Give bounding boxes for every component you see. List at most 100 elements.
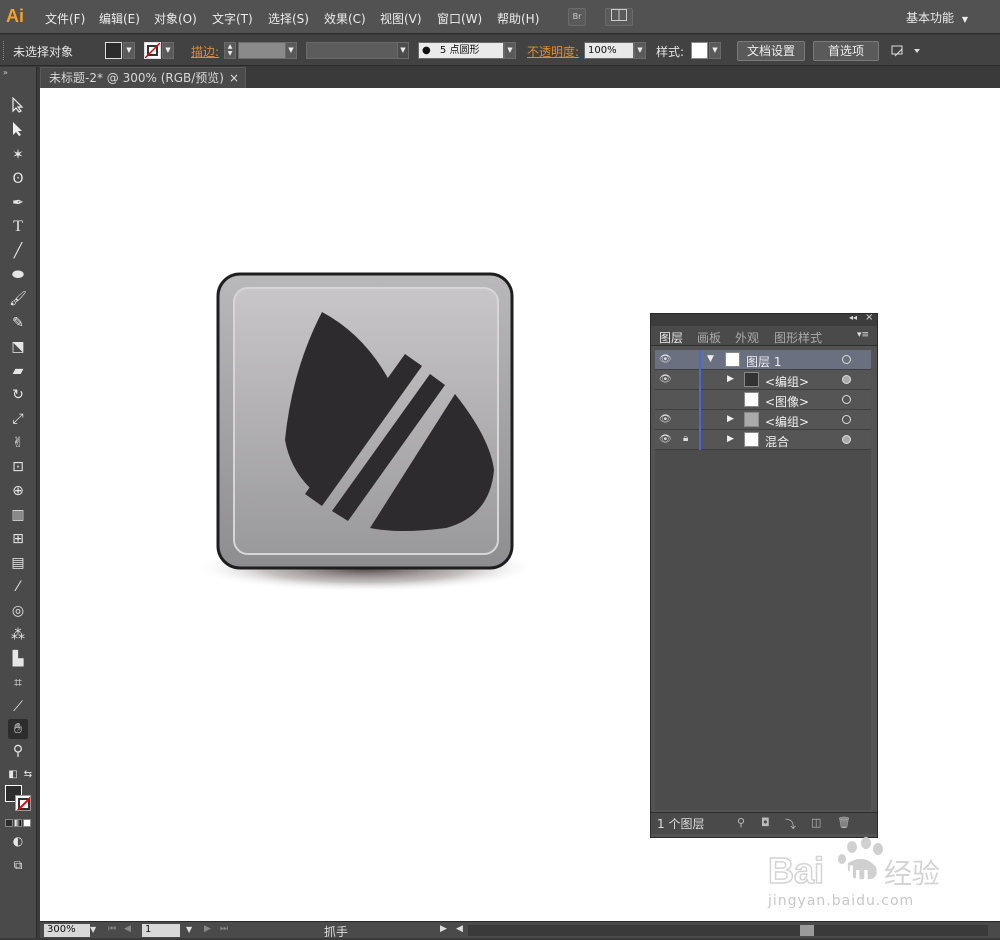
tab-graphic-styles[interactable]: 图形样式 xyxy=(774,329,822,346)
color-mode-buttons[interactable] xyxy=(5,819,32,828)
panel-menu-icon[interactable]: ▾≡ xyxy=(857,330,869,340)
layer-name[interactable]: 图层 1 xyxy=(746,353,781,370)
none-icon[interactable] xyxy=(23,819,31,827)
menu-effect[interactable]: 效果(C) xyxy=(324,10,366,27)
opacity-field[interactable]: 100% xyxy=(584,42,634,59)
symbol-sprayer-tool-icon[interactable]: ⁂ xyxy=(8,625,28,645)
document-setup-button[interactable]: 文档设置 xyxy=(737,41,805,61)
lock-icon[interactable]: 🔒︎ xyxy=(683,433,688,444)
blend-tool-icon[interactable]: ◎ xyxy=(8,601,28,621)
menu-view[interactable]: 视图(V) xyxy=(380,10,422,27)
line-tool-icon[interactable]: ╱ xyxy=(8,241,28,261)
pencil-tool-icon[interactable]: ✎ xyxy=(8,313,28,333)
document-tab[interactable]: 未标题-2* @ 300% (RGB/预览) × xyxy=(40,67,246,88)
brush-definition-field[interactable]: ● 5 点圆形 xyxy=(418,42,504,59)
lasso-tool-icon[interactable]: ʘ xyxy=(8,169,28,189)
close-icon[interactable]: × xyxy=(229,68,239,88)
zoom-field[interactable]: 300% xyxy=(44,924,90,937)
layer-name[interactable]: <编组> xyxy=(765,413,809,430)
perspective-grid-tool-icon[interactable]: ▥ xyxy=(8,505,28,525)
tab-artboards[interactable]: 画板 xyxy=(697,329,721,346)
ellipse-tool-icon[interactable]: ⬬ xyxy=(8,265,28,285)
layer-row[interactable]: 👁︎ ▼ 图层 1 xyxy=(655,350,871,370)
gradient-icon[interactable] xyxy=(14,819,22,827)
eraser-tool-icon[interactable]: ▰ xyxy=(8,361,28,381)
opacity-label[interactable]: 不透明度: xyxy=(527,43,579,60)
menu-select[interactable]: 选择(S) xyxy=(268,10,309,27)
zoom-tool-icon[interactable]: ⚲ xyxy=(8,741,28,761)
make-clipping-mask-icon[interactable]: ◘ xyxy=(761,816,770,829)
variable-width-field[interactable] xyxy=(306,42,398,59)
eye-icon[interactable]: 👁︎ xyxy=(659,414,672,425)
artboard-number-field[interactable]: 1 xyxy=(142,924,180,937)
magic-wand-tool-icon[interactable]: ✶ xyxy=(8,145,28,165)
menu-edit[interactable]: 编辑(E) xyxy=(99,10,140,27)
workspace-switcher[interactable]: 基本功能 ▼ xyxy=(906,9,968,26)
close-icon[interactable]: × xyxy=(865,312,873,323)
style-swatch[interactable] xyxy=(691,42,708,59)
delete-layer-icon[interactable]: 🗑︎ xyxy=(837,816,851,829)
panel-title-bar[interactable]: ◂◂ × xyxy=(651,312,877,326)
artboard-tool-icon[interactable]: ⌗ xyxy=(8,673,28,693)
swap-colors-icon[interactable]: ⇆ xyxy=(18,765,38,785)
pen-tool-icon[interactable]: ✒ xyxy=(8,193,28,213)
rotate-tool-icon[interactable]: ↻ xyxy=(8,385,28,405)
stroke-color-box[interactable] xyxy=(15,795,31,811)
new-sublayer-icon[interactable]: ⤵ xyxy=(785,816,796,832)
menu-file[interactable]: 文件(F) xyxy=(45,10,85,27)
warp-tool-icon[interactable]: ✌︎ xyxy=(8,433,28,453)
chevron-down-icon[interactable]: ▼ xyxy=(709,42,721,59)
color-icon[interactable] xyxy=(5,819,13,827)
layer-name[interactable]: <编组> xyxy=(765,373,809,390)
shape-builder-tool-icon[interactable]: ⊕ xyxy=(8,481,28,501)
gradient-tool-icon[interactable]: ▤ xyxy=(8,553,28,573)
target-icon[interactable] xyxy=(842,415,851,424)
new-layer-icon[interactable]: ◫ xyxy=(811,816,821,829)
tab-appearance[interactable]: 外观 xyxy=(735,329,759,346)
column-graph-tool-icon[interactable]: ▙ xyxy=(8,649,28,669)
menu-help[interactable]: 帮助(H) xyxy=(497,10,539,27)
preferences-button[interactable]: 首选项 xyxy=(813,41,879,61)
fill-swatch[interactable] xyxy=(105,42,122,59)
collapse-toolbox-icon[interactable]: » xyxy=(3,68,8,77)
locate-object-icon[interactable]: ⚲ xyxy=(737,816,745,829)
disclosure-triangle-icon[interactable]: ▶ xyxy=(727,434,734,444)
layer-name[interactable]: 混合 xyxy=(765,433,789,450)
stroke-swatch[interactable] xyxy=(144,42,161,59)
align-menu-button[interactable] xyxy=(890,43,922,59)
chevron-down-icon[interactable]: ▼ xyxy=(285,42,297,59)
collapse-panel-icon[interactable]: ◂◂ xyxy=(849,313,857,322)
target-icon[interactable] xyxy=(842,435,851,444)
stroke-weight-field[interactable] xyxy=(238,42,286,59)
menu-window[interactable]: 窗口(W) xyxy=(437,10,482,27)
type-tool-icon[interactable]: T xyxy=(8,217,28,237)
chevron-down-icon[interactable]: ▼ xyxy=(634,42,646,59)
slice-tool-icon[interactable]: ⟋ xyxy=(8,697,28,717)
scale-tool-icon[interactable]: ⤢ xyxy=(8,409,28,429)
layer-row[interactable]: 👁︎ 🔒︎ ▶ 混合 xyxy=(655,430,871,450)
paintbrush-tool-icon[interactable]: 🖌︎ xyxy=(8,289,28,309)
status-menu-icon[interactable]: ▶ xyxy=(440,924,447,934)
target-icon[interactable] xyxy=(842,355,851,364)
disclosure-triangle-icon[interactable]: ▶ xyxy=(727,374,734,384)
scroll-left-icon[interactable]: ◀ xyxy=(456,924,463,934)
screen-mode-icon[interactable]: ⧉ xyxy=(8,855,28,875)
mesh-tool-icon[interactable]: ⊞ xyxy=(8,529,28,549)
chevron-down-icon[interactable]: ▼ xyxy=(504,42,516,59)
layer-row[interactable]: 👁︎ ▶ <编组> xyxy=(655,370,871,390)
eye-icon[interactable]: 👁︎ xyxy=(659,354,672,365)
drawing-mode-icon[interactable]: ◐ xyxy=(8,831,28,851)
disclosure-triangle-icon[interactable]: ▶ xyxy=(727,414,734,424)
previous-artboard-icon[interactable]: ◀ xyxy=(124,924,131,934)
first-artboard-icon[interactable]: ⏮ xyxy=(108,924,116,934)
layer-row[interactable]: 👁︎ ▶ <编组> xyxy=(655,410,871,430)
hand-tool-icon[interactable]: ✋︎ xyxy=(8,719,28,739)
menu-type[interactable]: 文字(T) xyxy=(212,10,253,27)
chevron-down-icon[interactable]: ▼ xyxy=(123,42,135,59)
tab-layers[interactable]: 图层 xyxy=(659,329,683,346)
menu-object[interactable]: 对象(O) xyxy=(154,10,197,27)
stroke-label[interactable]: 描边: xyxy=(191,43,219,60)
last-artboard-icon[interactable]: ⏭ xyxy=(220,924,228,934)
eye-icon[interactable]: 👁︎ xyxy=(659,434,672,445)
chevron-down-icon[interactable]: ▼ xyxy=(90,925,96,934)
